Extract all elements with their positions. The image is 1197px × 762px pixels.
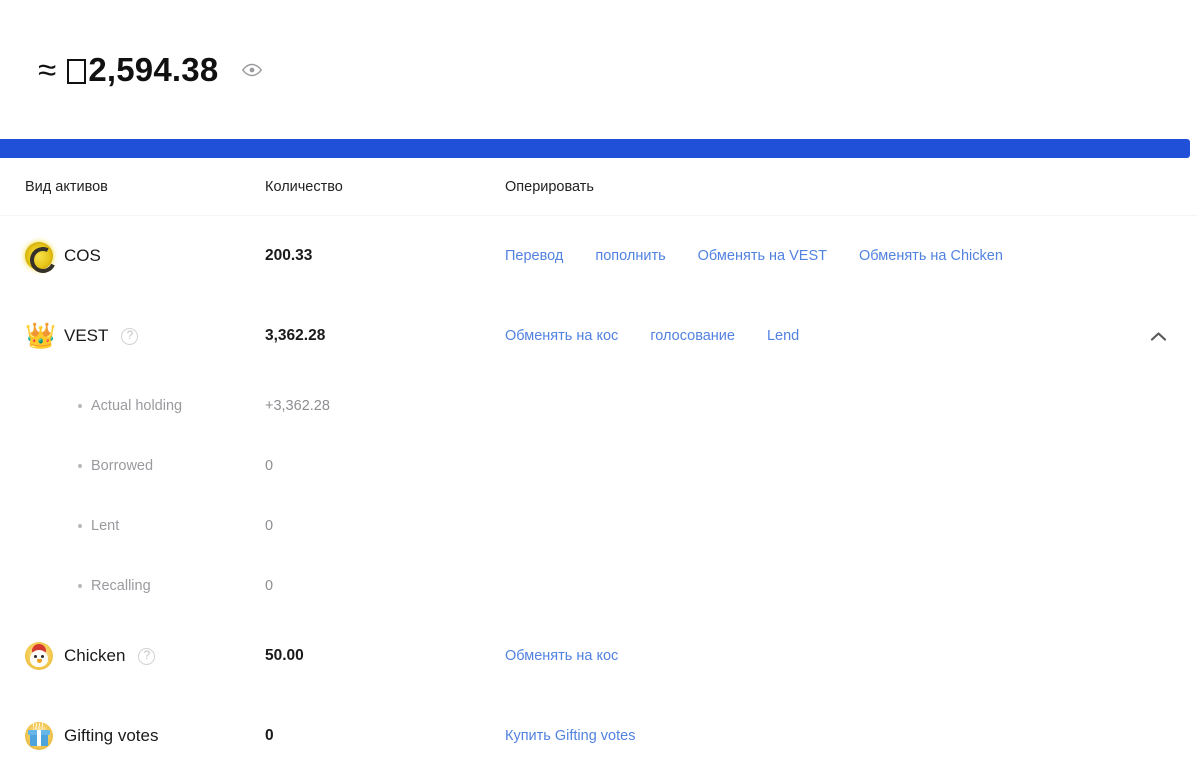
help-icon[interactable]: ? <box>121 327 139 345</box>
table-row: Gifting votes 0 Купить Gifting votes <box>0 696 1197 762</box>
bullet-icon <box>78 524 82 528</box>
asset-actions: Перевод пополнить Обменять на VEST Обмен… <box>505 248 1172 264</box>
bullet-icon <box>78 464 82 468</box>
asset-table: Вид активов Количество Оперировать COS 2… <box>0 158 1197 762</box>
asset-name: Gifting votes <box>64 726 159 745</box>
balance-header: ≈2,594.38 <box>0 0 1197 139</box>
action-exchange-to-cos[interactable]: Обменять на кос <box>505 328 618 344</box>
action-buy-gifting-votes[interactable]: Купить Gifting votes <box>505 728 635 744</box>
table-row: Chicken ? 50.00 Обменять на кос <box>0 616 1197 696</box>
cos-coin-icon <box>25 242 53 270</box>
sub-row-value: 0 <box>265 458 274 474</box>
sub-row-label-cell: Actual holding <box>25 398 265 414</box>
gifting-votes-icon <box>25 722 53 750</box>
asset-amount: 200.33 <box>265 247 313 264</box>
asset-name: VEST <box>64 326 109 345</box>
sub-row-value: 0 <box>265 518 274 534</box>
list-item: Actual holding +3,362.28 <box>0 376 1197 436</box>
list-item: Recalling 0 <box>0 556 1197 616</box>
approx-symbol: ≈ <box>38 51 57 88</box>
asset-actions: Купить Gifting votes <box>505 728 1172 744</box>
help-icon[interactable]: ? <box>138 647 156 665</box>
action-deposit[interactable]: пополнить <box>595 248 665 264</box>
asset-amount: 0 <box>265 727 274 744</box>
asset-name: Chicken <box>64 646 126 665</box>
asset-amount: 50.00 <box>265 647 304 664</box>
sub-row-value: +3,362.28 <box>265 398 330 414</box>
action-exchange-to-chicken[interactable]: Обменять на Chicken <box>859 248 1003 264</box>
asset-cell-gifting-votes: Gifting votes <box>25 722 265 750</box>
sub-row-label-cell: Borrowed <box>25 458 265 474</box>
sub-row-label: Actual holding <box>91 398 183 414</box>
table-row: COS 200.33 Перевод пополнить Обменять на… <box>0 216 1197 296</box>
action-exchange-to-cos[interactable]: Обменять на кос <box>505 648 618 664</box>
asset-cell-vest: 👑 VEST ? <box>25 322 265 350</box>
sub-row-label-cell: Recalling <box>25 578 265 594</box>
action-exchange-to-vest[interactable]: Обменять на VEST <box>698 248 827 264</box>
vest-crown-icon: 👑 <box>25 322 57 350</box>
sub-row-value: 0 <box>265 578 274 594</box>
bullet-icon <box>78 404 82 408</box>
eye-icon[interactable] <box>240 58 264 82</box>
sub-row-label: Borrowed <box>91 458 154 474</box>
asset-actions: Обменять на кос <box>505 648 1172 664</box>
balance-amount-value: 2,594.38 <box>88 51 219 88</box>
action-vote[interactable]: голосование <box>650 328 735 344</box>
list-item: Lent 0 <box>0 496 1197 556</box>
column-header-actions: Оперировать <box>505 178 594 195</box>
accent-divider-bar <box>0 139 1190 158</box>
sub-row-label-cell: Lent <box>25 518 265 534</box>
chicken-icon <box>25 642 53 670</box>
asset-amount: 3,362.28 <box>265 327 326 344</box>
asset-cell-cos: COS <box>25 242 265 270</box>
table-header-row: Вид активов Количество Оперировать <box>0 158 1197 216</box>
currency-symbol-glyph <box>67 59 87 84</box>
wallet-assets-page: ≈2,594.38 Вид активов Количество Опериро… <box>0 0 1197 762</box>
action-lend[interactable]: Lend <box>767 328 799 344</box>
asset-actions: Обменять на кос голосование Lend <box>505 328 1172 344</box>
column-header-asset: Вид активов <box>25 178 108 195</box>
list-item: Borrowed 0 <box>0 436 1197 496</box>
asset-name: COS <box>64 246 101 265</box>
column-header-amount: Количество <box>265 178 343 195</box>
chevron-up-icon[interactable] <box>1145 323 1171 349</box>
bullet-icon <box>78 584 82 588</box>
sub-row-label: Lent <box>91 518 120 534</box>
action-transfer[interactable]: Перевод <box>505 248 563 264</box>
table-row: 👑 VEST ? 3,362.28 Обменять на кос голосо… <box>0 296 1197 376</box>
asset-cell-chicken: Chicken ? <box>25 642 265 670</box>
sub-row-label: Recalling <box>91 578 151 594</box>
total-balance: ≈2,594.38 <box>38 53 218 86</box>
